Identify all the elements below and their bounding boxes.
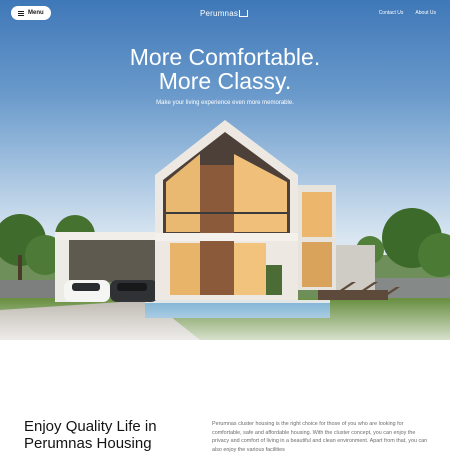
hero-title: More Comfortable. More Classy. (0, 45, 450, 93)
hamburger-icon (18, 10, 24, 16)
menu-label: Menu (28, 10, 44, 16)
nav-link-contact-us[interactable]: Contact Us (379, 10, 404, 16)
menu-button[interactable]: Menu (11, 6, 51, 20)
section-title: Enjoy Quality Life in Perumnas Housing (24, 418, 204, 452)
logo-text: Perumnas (200, 9, 239, 18)
hero-title-line-1: More Comfortable. (129, 44, 321, 70)
logo-mark-icon (239, 10, 249, 17)
nav-link-about-us[interactable]: About Us (415, 10, 436, 16)
hero-fade-overlay (0, 300, 450, 410)
logo[interactable]: Perumnas (200, 9, 249, 18)
top-nav-links: Contact Us About Us (379, 10, 436, 16)
section-title-line-2: Perumnas Housing (24, 435, 152, 452)
hero-subtitle: Make your living experience even more me… (156, 100, 294, 106)
section-paragraph: Perumnas cluster housing is the right ch… (212, 421, 428, 453)
hero-title-line-2: More Classy. (158, 68, 292, 94)
section-title-line-1: Enjoy Quality Life in (24, 418, 157, 435)
